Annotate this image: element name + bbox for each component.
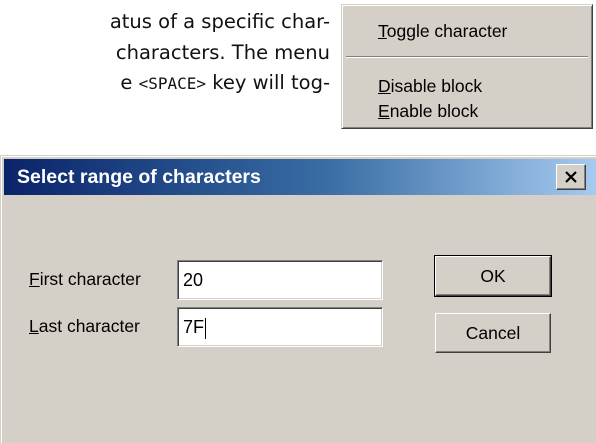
label-accelerator: F (29, 269, 40, 289)
label-text: ast character (38, 316, 140, 336)
cancel-button[interactable]: Cancel (435, 313, 551, 353)
label-accelerator: L (29, 316, 39, 336)
select-range-dialog: Select range of characters First charact… (0, 155, 596, 443)
dialog-title-bar[interactable]: Select range of characters (4, 159, 596, 195)
document-line: e <SPACE> key will tog- (120, 71, 330, 96)
menu-item-label: nable block (389, 101, 479, 121)
menu-item-accelerator: E (378, 101, 390, 121)
document-line: characters. The menu (116, 41, 330, 65)
document-line-text: atus of a specific char- (109, 10, 330, 33)
document-line: atus of a specific char- (110, 10, 330, 34)
last-character-label: Last character (29, 307, 140, 345)
menu-item-label: oggle character (386, 21, 508, 41)
document-text: atus of a specific char- characters. The… (0, 0, 330, 130)
ok-button[interactable]: OK (434, 255, 552, 297)
menu-item-toggle-character[interactable]: Toggle character (378, 18, 507, 44)
menu-item-accelerator: T (378, 21, 387, 41)
document-line-text: key will tog- (206, 71, 330, 94)
context-menu: Toggle character Disable block Enable bl… (341, 4, 593, 129)
menu-separator (346, 56, 588, 58)
close-icon (565, 171, 577, 183)
first-character-label: First character (29, 260, 141, 298)
menu-item-label: isable block (390, 76, 483, 96)
first-character-input[interactable]: 20 (177, 260, 383, 300)
dialog-title: Select range of characters (17, 166, 261, 188)
document-line-text: characters. The menu (115, 41, 330, 64)
menu-item-enable-block[interactable]: Enable block (378, 98, 478, 124)
document-line-text: e (120, 71, 139, 94)
text-caret (205, 317, 207, 339)
last-character-input[interactable]: 7F (177, 307, 383, 347)
close-button[interactable] (556, 164, 586, 190)
menu-item-disable-block[interactable]: Disable block (378, 73, 482, 99)
label-text: irst character (39, 269, 141, 289)
last-character-value: 7F (183, 317, 205, 337)
menu-item-accelerator: D (378, 76, 391, 96)
first-character-value: 20 (183, 270, 204, 290)
space-key-code: <SPACE> (138, 74, 207, 93)
